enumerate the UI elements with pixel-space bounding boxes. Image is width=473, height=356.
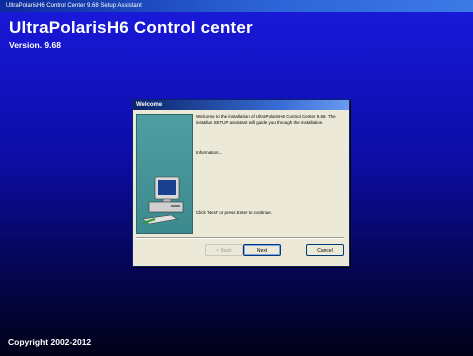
app-version: Version. 9.68 — [9, 40, 61, 50]
dialog-titlebar: Welcome — [133, 100, 349, 110]
dialog-content: Welcome to the installation of UltraPola… — [196, 114, 346, 232]
instruction-text: Click 'Next' or press Enter to continue. — [196, 210, 272, 215]
button-separator — [136, 237, 344, 239]
copyright-text: Copyright 2002-2012 — [8, 337, 92, 347]
information-label: Information... — [196, 150, 223, 155]
side-panel — [136, 114, 193, 234]
welcome-dialog: Welcome Welcome to the installation of U… — [132, 99, 350, 267]
cancel-button[interactable]: Cancel — [306, 244, 344, 256]
welcome-text: Welcome to the installation of UltraPola… — [196, 114, 336, 125]
back-button[interactable]: < Back — [205, 244, 243, 256]
next-button[interactable]: Next — [243, 244, 281, 256]
computer-icon — [142, 176, 184, 225]
window-title: UltraPolarisH6 Control Center 9.68 Setup… — [6, 3, 142, 9]
dialog-title: Welcome — [136, 102, 163, 108]
app-title: UltraPolarisH6 Control center — [9, 18, 253, 37]
window-titlebar: UltraPolarisH6 Control Center 9.68 Setup… — [0, 0, 473, 12]
installer-background: UltraPolarisH6 Control Center 9.68 Setup… — [0, 0, 473, 356]
